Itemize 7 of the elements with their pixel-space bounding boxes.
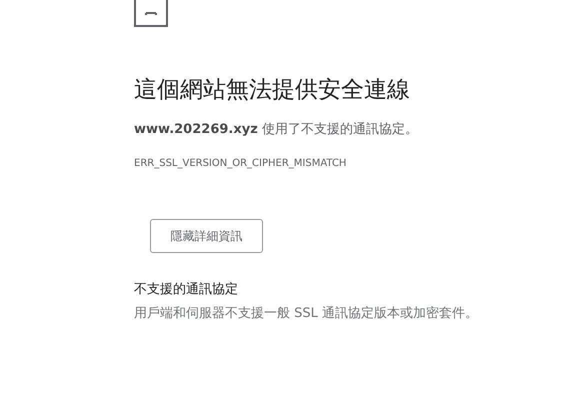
details-title: 不支援的通訊協定	[134, 281, 239, 299]
sad-page-icon	[134, 0, 168, 27]
error-summary: www.202269.xyz 使用了不支援的通訊協定。	[134, 121, 419, 139]
error-code: ERR_SSL_VERSION_OR_CIPHER_MISMATCH	[134, 157, 348, 171]
hide-details-button[interactable]: 隱藏詳細資訊	[150, 219, 263, 253]
error-heading: 這個網站無法提供安全連線	[134, 76, 411, 105]
details-description: 用戶端和伺服器不支援一般 SSL 通訊協定版本或加密套件。	[134, 305, 480, 323]
